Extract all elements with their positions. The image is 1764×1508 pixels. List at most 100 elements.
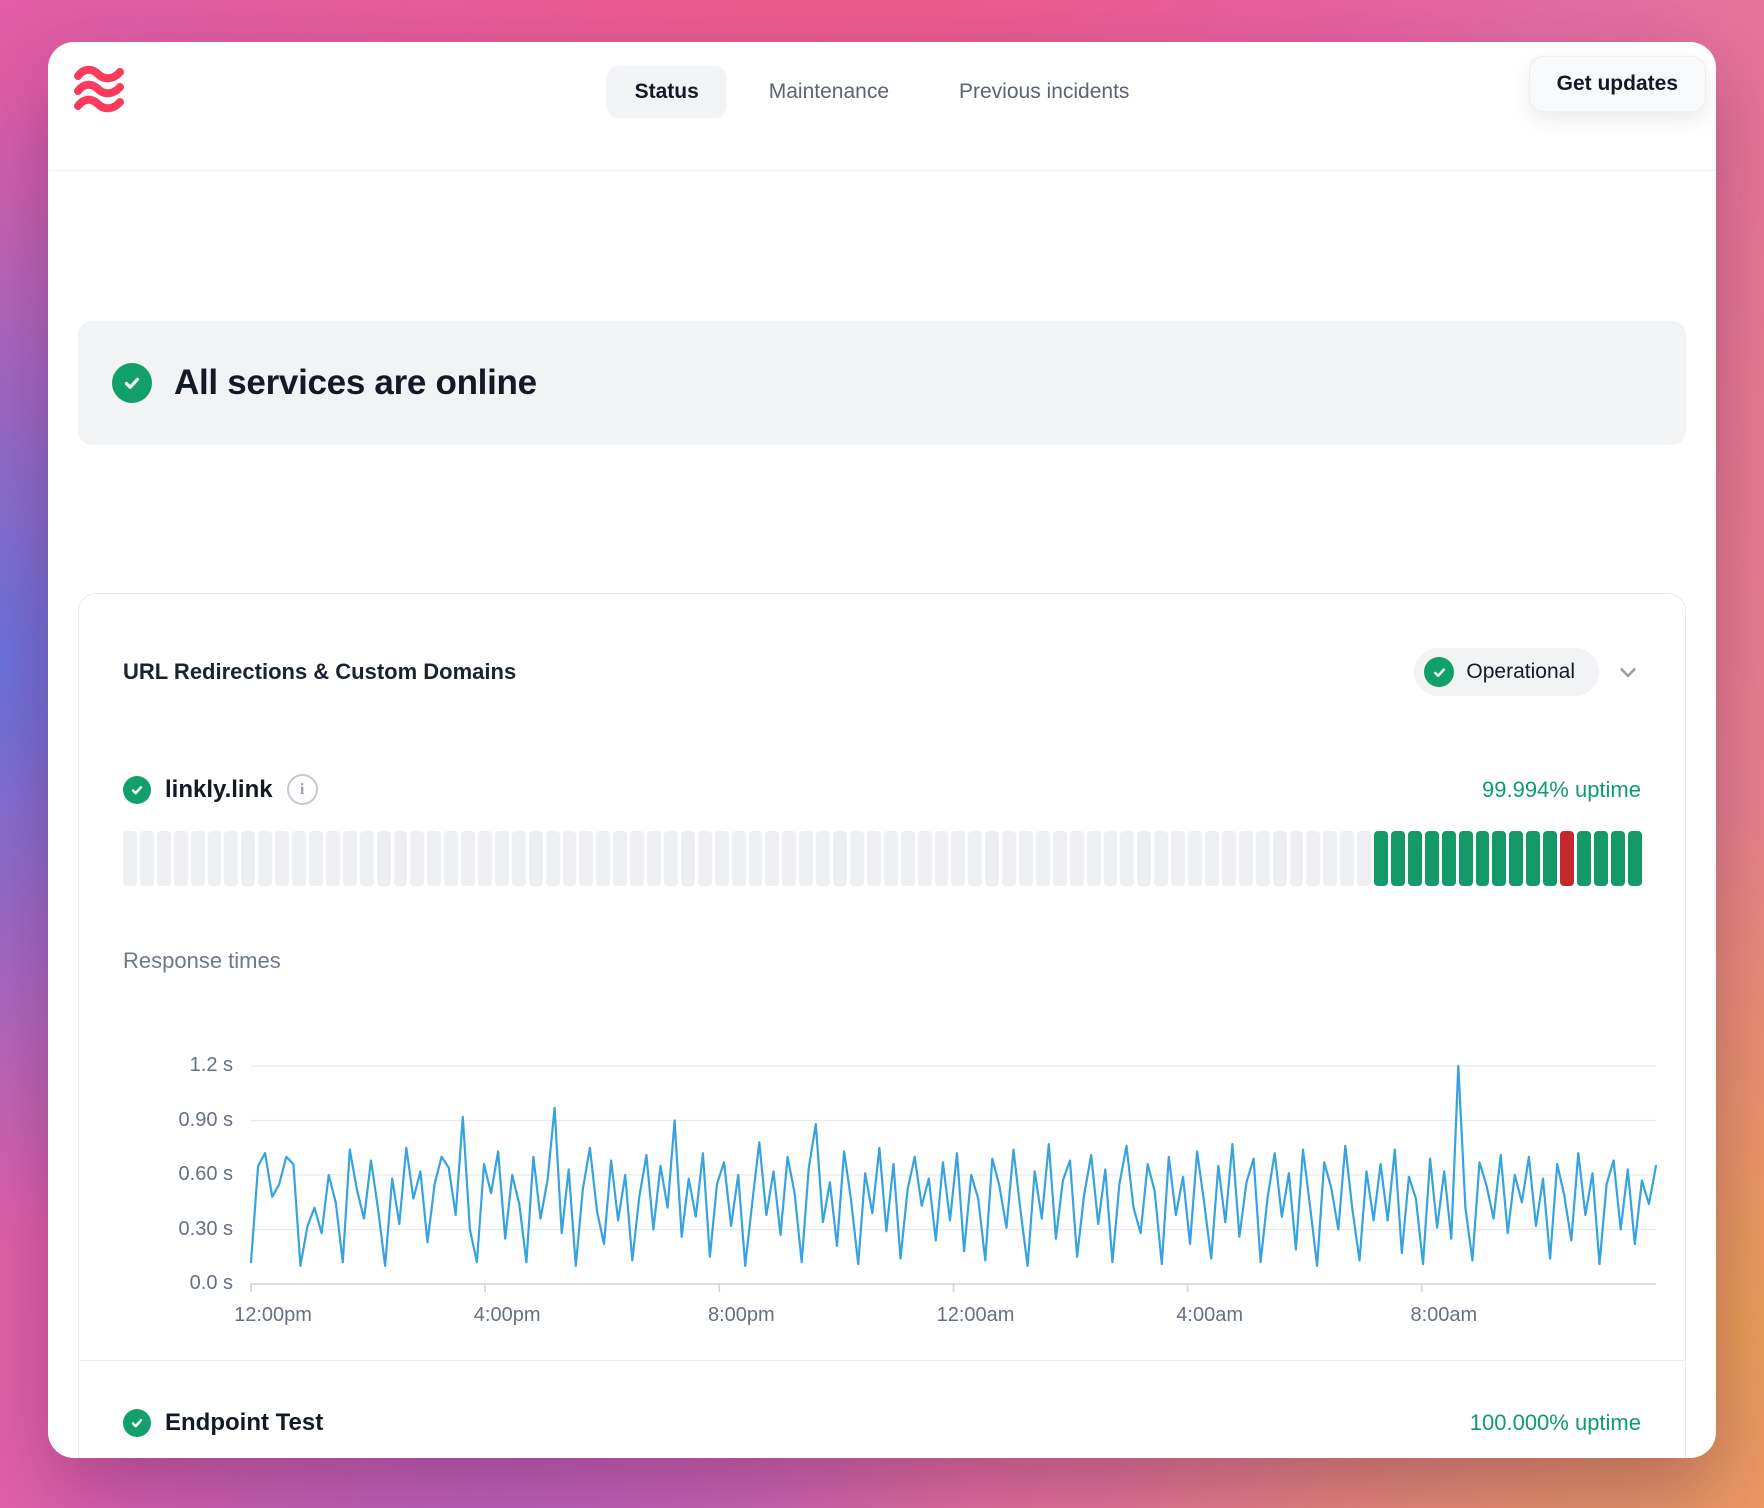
uptime-segment-gray[interactable] bbox=[884, 831, 898, 886]
uptime-segment-green[interactable] bbox=[1425, 831, 1439, 886]
uptime-segment-gray[interactable] bbox=[275, 831, 289, 886]
uptime-segment-gray[interactable] bbox=[1290, 831, 1304, 886]
uptime-segment-gray[interactable] bbox=[495, 831, 509, 886]
uptime-segment-gray[interactable] bbox=[968, 831, 982, 886]
uptime-segment-gray[interactable] bbox=[1205, 831, 1219, 886]
uptime-segment-gray[interactable] bbox=[1306, 831, 1320, 886]
uptime-segment-gray[interactable] bbox=[461, 831, 475, 886]
uptime-segment-gray[interactable] bbox=[1256, 831, 1270, 886]
response-times-chart[interactable]: 1.2 s0.90 s0.60 s0.30 s0.0 s12:00pm4:00p… bbox=[123, 1004, 1641, 1304]
uptime-segment-green[interactable] bbox=[1526, 831, 1540, 886]
uptime-segment-gray[interactable] bbox=[985, 831, 999, 886]
uptime-segment-gray[interactable] bbox=[935, 831, 949, 886]
uptime-segment-gray[interactable] bbox=[1002, 831, 1016, 886]
get-updates-button[interactable]: Get updates bbox=[1529, 56, 1706, 112]
uptime-segment-gray[interactable] bbox=[1019, 831, 1033, 886]
uptime-segment-green[interactable] bbox=[1594, 831, 1608, 886]
uptime-segment-gray[interactable] bbox=[444, 831, 458, 886]
uptime-segment-gray[interactable] bbox=[1137, 831, 1151, 886]
uptime-segment-gray[interactable] bbox=[241, 831, 255, 886]
uptime-segment-gray[interactable] bbox=[123, 831, 137, 886]
uptime-segment-green[interactable] bbox=[1509, 831, 1523, 886]
uptime-segment-gray[interactable] bbox=[208, 831, 222, 886]
uptime-segment-gray[interactable] bbox=[1273, 831, 1287, 886]
uptime-segment-gray[interactable] bbox=[224, 831, 238, 886]
uptime-segment-gray[interactable] bbox=[647, 831, 661, 886]
uptime-segment-gray[interactable] bbox=[630, 831, 644, 886]
uptime-segment-gray[interactable] bbox=[850, 831, 864, 886]
uptime-segment-gray[interactable] bbox=[309, 831, 323, 886]
uptime-segment-gray[interactable] bbox=[529, 831, 543, 886]
uptime-segment-gray[interactable] bbox=[140, 831, 154, 886]
uptime-segment-gray[interactable] bbox=[732, 831, 746, 886]
uptime-segment-green[interactable] bbox=[1374, 831, 1388, 886]
uptime-segment-gray[interactable] bbox=[258, 831, 272, 886]
uptime-segment-gray[interactable] bbox=[1188, 831, 1202, 886]
uptime-segment-gray[interactable] bbox=[157, 831, 171, 886]
uptime-segment-green[interactable] bbox=[1391, 831, 1405, 886]
uptime-segment-gray[interactable] bbox=[579, 831, 593, 886]
uptime-segment-gray[interactable] bbox=[715, 831, 729, 886]
uptime-segment-gray[interactable] bbox=[1340, 831, 1354, 886]
uptime-segment-green[interactable] bbox=[1543, 831, 1557, 886]
chevron-down-icon[interactable] bbox=[1615, 659, 1641, 685]
uptime-segment-gray[interactable] bbox=[951, 831, 965, 886]
uptime-segment-gray[interactable] bbox=[918, 831, 932, 886]
operational-status-badge[interactable]: Operational bbox=[1414, 648, 1599, 696]
response-times-plot[interactable] bbox=[251, 1066, 1656, 1294]
uptime-segment-gray[interactable] bbox=[613, 831, 627, 886]
uptime-segment-gray[interactable] bbox=[1171, 831, 1185, 886]
uptime-segment-gray[interactable] bbox=[1222, 831, 1236, 886]
uptime-segment-gray[interactable] bbox=[799, 831, 813, 886]
uptime-segment-gray[interactable] bbox=[1120, 831, 1134, 886]
uptime-segment-gray[interactable] bbox=[326, 831, 340, 886]
uptime-segment-gray[interactable] bbox=[343, 831, 357, 886]
uptime-segment-green[interactable] bbox=[1577, 831, 1591, 886]
uptime-segment-gray[interactable] bbox=[563, 831, 577, 886]
uptime-segment-gray[interactable] bbox=[1053, 831, 1067, 886]
uptime-segment-gray[interactable] bbox=[478, 831, 492, 886]
uptime-segment-gray[interactable] bbox=[1087, 831, 1101, 886]
linkly-logo[interactable] bbox=[68, 58, 130, 120]
uptime-segment-gray[interactable] bbox=[427, 831, 441, 886]
uptime-segment-gray[interactable] bbox=[1357, 831, 1371, 886]
uptime-segment-gray[interactable] bbox=[1154, 831, 1168, 886]
uptime-segment-gray[interactable] bbox=[596, 831, 610, 886]
uptime-segment-gray[interactable] bbox=[174, 831, 188, 886]
uptime-segment-gray[interactable] bbox=[901, 831, 915, 886]
uptime-segment-gray[interactable] bbox=[546, 831, 560, 886]
uptime-segment-green[interactable] bbox=[1442, 831, 1456, 886]
uptime-segment-gray[interactable] bbox=[191, 831, 205, 886]
uptime-segment-gray[interactable] bbox=[664, 831, 678, 886]
uptime-segment-red[interactable] bbox=[1560, 831, 1574, 886]
uptime-segment-gray[interactable] bbox=[698, 831, 712, 886]
uptime-segment-gray[interactable] bbox=[377, 831, 391, 886]
uptime-segment-gray[interactable] bbox=[360, 831, 374, 886]
uptime-segment-green[interactable] bbox=[1476, 831, 1490, 886]
uptime-segment-green[interactable] bbox=[1611, 831, 1625, 886]
uptime-segment-gray[interactable] bbox=[1239, 831, 1253, 886]
uptime-segment-gray[interactable] bbox=[1070, 831, 1084, 886]
uptime-segment-green[interactable] bbox=[1628, 831, 1642, 886]
uptime-segment-gray[interactable] bbox=[867, 831, 881, 886]
uptime-segment-green[interactable] bbox=[1492, 831, 1506, 886]
uptime-segment-gray[interactable] bbox=[292, 831, 306, 886]
uptime-segment-gray[interactable] bbox=[765, 831, 779, 886]
uptime-segment-gray[interactable] bbox=[816, 831, 830, 886]
uptime-segment-gray[interactable] bbox=[782, 831, 796, 886]
nav-tab-maintenance[interactable]: Maintenance bbox=[741, 66, 917, 118]
uptime-segment-green[interactable] bbox=[1408, 831, 1422, 886]
uptime-segment-gray[interactable] bbox=[410, 831, 424, 886]
uptime-segment-gray[interactable] bbox=[1104, 831, 1118, 886]
uptime-segment-gray[interactable] bbox=[512, 831, 526, 886]
nav-tab-previous-incidents[interactable]: Previous incidents bbox=[931, 66, 1157, 118]
uptime-segment-gray[interactable] bbox=[394, 831, 408, 886]
uptime-segment-gray[interactable] bbox=[833, 831, 847, 886]
uptime-segment-green[interactable] bbox=[1459, 831, 1473, 886]
uptime-segment-gray[interactable] bbox=[749, 831, 763, 886]
uptime-segment-gray[interactable] bbox=[681, 831, 695, 886]
uptime-segment-gray[interactable] bbox=[1323, 831, 1337, 886]
uptime-segment-gray[interactable] bbox=[1036, 831, 1050, 886]
info-icon[interactable]: i bbox=[287, 774, 318, 805]
nav-tab-status[interactable]: Status bbox=[607, 66, 727, 118]
